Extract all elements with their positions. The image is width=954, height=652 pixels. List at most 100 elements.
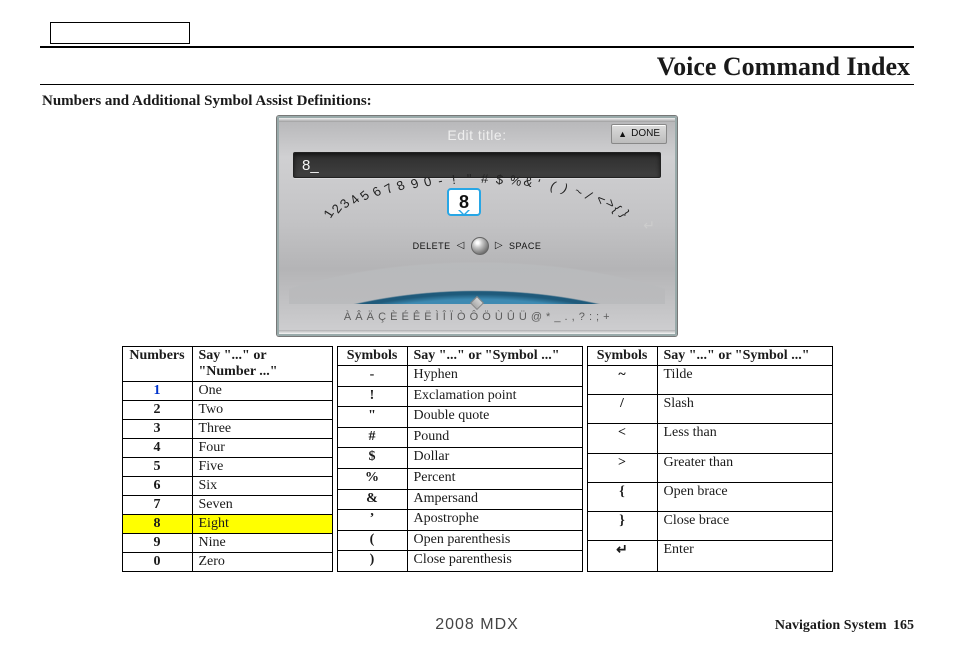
table-row: !Exclamation point — [337, 386, 582, 407]
table-row: /Slash — [587, 395, 832, 424]
footer-page-number: 165 — [893, 618, 914, 633]
number-cell: 3 — [122, 420, 192, 439]
symbols-table-1: Symbols Say "..." or "Symbol ..." -Hyphe… — [337, 346, 583, 572]
arc-char[interactable]: " — [467, 172, 472, 185]
symbol-cell: " — [337, 407, 407, 428]
table-row: -Hyphen — [337, 366, 582, 387]
say-cell: Eight — [192, 515, 332, 534]
table-row: <Less than — [587, 424, 832, 453]
say-cell: Slash — [657, 395, 832, 424]
table-row: ↵Enter — [587, 541, 832, 572]
table-row: 2Two — [122, 401, 332, 420]
delete-label[interactable]: DELETE — [413, 242, 451, 251]
table-row: 9Nine — [122, 534, 332, 553]
say-cell: Greater than — [657, 453, 832, 482]
numbers-header-1: Say "..." or "Number ..." — [192, 347, 332, 382]
table-row: 7Seven — [122, 496, 332, 515]
triangle-up-icon: ▲ — [618, 130, 627, 139]
table-row: 6Six — [122, 477, 332, 496]
table-row: {Open brace — [587, 482, 832, 511]
say-cell: Three — [192, 420, 332, 439]
arc-char[interactable]: $ — [495, 172, 504, 186]
header-rule-top — [40, 46, 914, 48]
numbers-header-0: Numbers — [122, 347, 192, 382]
say-cell: Enter — [657, 541, 832, 572]
symbols-table-2: Symbols Say "..." or "Symbol ..." ~Tilde… — [587, 346, 833, 572]
table-row: &Ampersand — [337, 489, 582, 510]
table-row: $Dollar — [337, 448, 582, 469]
arc-char[interactable]: } — [619, 208, 632, 219]
edit-title-screenshot: Edit title: ▲ DONE 8_ 8 1234567890-!"#$%… — [277, 116, 677, 336]
say-cell: Dollar — [407, 448, 582, 469]
table-row: 4Four — [122, 439, 332, 458]
table-row: #Pound — [337, 427, 582, 448]
table-row: }Close brace — [587, 512, 832, 541]
say-cell: Six — [192, 477, 332, 496]
symbols1-header-1: Say "..." or "Symbol ..." — [407, 347, 582, 366]
say-cell: Five — [192, 458, 332, 477]
table-row: >Greater than — [587, 453, 832, 482]
number-cell: 8 — [122, 515, 192, 534]
symbols2-header-0: Symbols — [587, 347, 657, 366]
done-button[interactable]: ▲ DONE — [611, 124, 667, 144]
table-row: 1One — [122, 382, 332, 401]
arc-char[interactable]: % — [509, 173, 523, 188]
symbol-cell: # — [337, 427, 407, 448]
symbol-cell: ) — [337, 551, 407, 572]
symbols1-header-0: Symbols — [337, 347, 407, 366]
title-input[interactable]: 8_ — [293, 152, 661, 178]
character-arc[interactable]: 1234567890-!"#$%&'()~/<>{} ↵ DELETE ◁ ▷ … — [279, 184, 675, 304]
symbol-cell: / — [587, 395, 657, 424]
table-row: "Double quote — [337, 407, 582, 428]
footer-page: Navigation System 165 — [775, 617, 914, 634]
header-small-box — [50, 22, 190, 44]
say-cell: Ampersand — [407, 489, 582, 510]
number-cell: 1 — [122, 382, 192, 401]
symbol-cell: ( — [337, 530, 407, 551]
say-cell: Tilde — [657, 366, 832, 395]
page-title: Voice Command Index — [657, 52, 910, 82]
table-row: (Open parenthesis — [337, 530, 582, 551]
number-cell: 5 — [122, 458, 192, 477]
say-cell: Open brace — [657, 482, 832, 511]
arc-char[interactable]: ' — [535, 177, 542, 190]
table-row: ’Apostrophe — [337, 510, 582, 531]
say-cell: Exclamation point — [407, 386, 582, 407]
arc-char[interactable]: # — [481, 172, 489, 185]
say-cell: Seven — [192, 496, 332, 515]
enter-icon[interactable]: ↵ — [643, 218, 655, 232]
number-cell: 7 — [122, 496, 192, 515]
done-label: DONE — [631, 129, 660, 139]
header-rule-bottom — [40, 84, 914, 85]
say-cell: Double quote — [407, 407, 582, 428]
table-row: )Close parenthesis — [337, 551, 582, 572]
diacritics-strip[interactable]: À Â Ä Ç È É Ê Ë Ì Î Ï Ò Ô Ö Ù Û Ü @ * _ … — [279, 306, 675, 328]
say-cell: Hyphen — [407, 366, 582, 387]
say-cell: Percent — [407, 468, 582, 489]
number-cell: 9 — [122, 534, 192, 553]
say-cell: Close parenthesis — [407, 551, 582, 572]
number-cell: 6 — [122, 477, 192, 496]
rotary-knob-icon[interactable] — [471, 237, 489, 255]
symbol-cell: ~ — [587, 366, 657, 395]
symbol-cell: } — [587, 512, 657, 541]
number-cell: 0 — [122, 553, 192, 572]
symbol-cell: ’ — [337, 510, 407, 531]
symbol-cell: < — [587, 424, 657, 453]
table-row: 3Three — [122, 420, 332, 439]
footer-nav-label: Navigation System — [775, 618, 887, 633]
say-cell: Four — [192, 439, 332, 458]
symbol-cell: - — [337, 366, 407, 387]
triangle-right-icon[interactable]: ▷ — [495, 241, 503, 251]
say-cell: Apostrophe — [407, 510, 582, 531]
say-cell: Pound — [407, 427, 582, 448]
symbol-cell: ! — [337, 386, 407, 407]
section-heading: Numbers and Additional Symbol Assist Def… — [42, 93, 914, 110]
say-cell: Less than — [657, 424, 832, 453]
number-cell: 2 — [122, 401, 192, 420]
triangle-left-icon[interactable]: ◁ — [457, 241, 465, 251]
space-label[interactable]: SPACE — [509, 242, 541, 251]
definitions-tables: Numbers Say "..." or "Number ..." 1One2T… — [40, 346, 914, 572]
say-cell: Two — [192, 401, 332, 420]
table-row: ~Tilde — [587, 366, 832, 395]
